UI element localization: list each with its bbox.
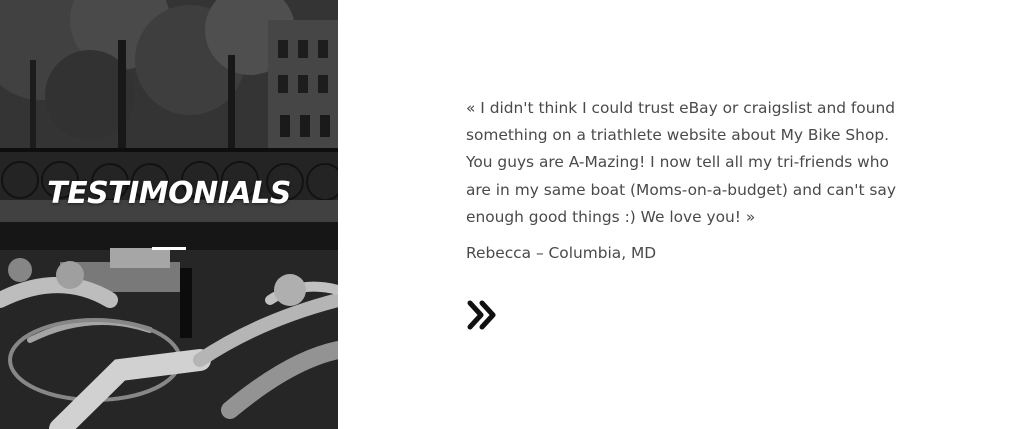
testimonial-quote: « I didn't think I could trust eBay or c… <box>466 99 896 226</box>
bicycles-canal-photo <box>0 0 338 429</box>
heading-underline <box>152 247 186 250</box>
section-heading: TESTIMONIALS <box>47 176 291 211</box>
testimonial-author: Rebecca – Columbia, MD <box>466 244 657 262</box>
double-chevron-right-icon <box>467 300 496 330</box>
next-testimonial-button[interactable] <box>466 298 502 332</box>
testimonials-photo-panel: TESTIMONIALS <box>0 0 338 429</box>
